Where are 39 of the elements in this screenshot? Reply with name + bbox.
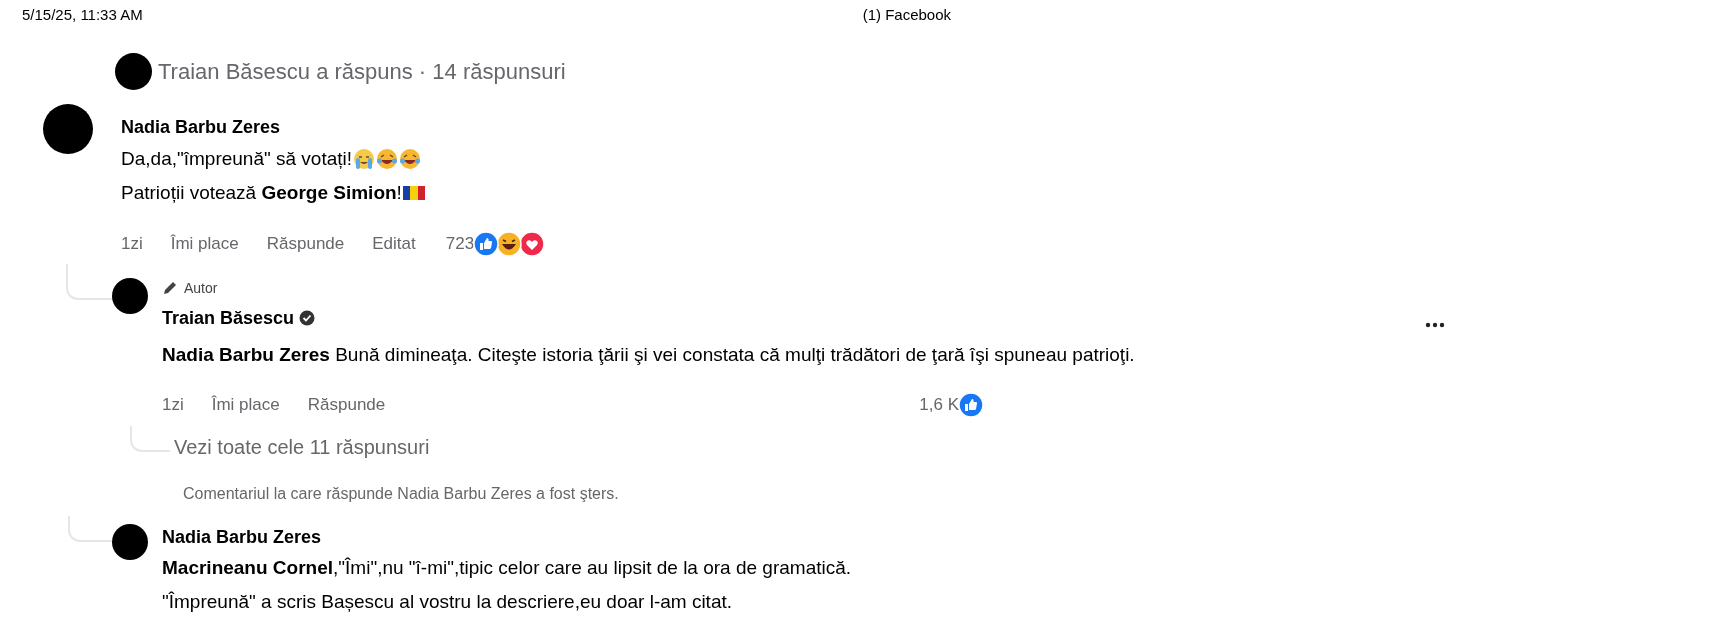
action-link[interactable]: Răspunde — [266, 230, 345, 257]
avatar[interactable] — [112, 277, 148, 314]
author-name[interactable]: Nadia Barbu Zeres — [121, 113, 546, 141]
action-link[interactable]: Îmi place — [170, 230, 239, 257]
reaction-count[interactable]: 723 — [445, 230, 475, 257]
pencil-icon — [162, 280, 178, 296]
thread-connector-line — [68, 515, 112, 542]
reaction-count[interactable]: 1,6 K — [919, 391, 959, 418]
like-icon — [473, 230, 500, 257]
avatar[interactable] — [115, 52, 152, 90]
avatar[interactable] — [112, 523, 148, 560]
timestamp-link[interactable]: 1zi — [162, 391, 184, 418]
action-link[interactable]: Răspunde — [307, 391, 386, 418]
page-title: (1) Facebook — [862, 5, 952, 25]
crying-face-icon — [353, 147, 376, 170]
timestamp-link[interactable]: 1zi — [121, 230, 143, 257]
laughing-face-icon — [376, 147, 399, 170]
action-link[interactable]: Editat — [372, 230, 416, 257]
comment-text: Patrioții votează George Simion! — [121, 180, 402, 205]
comment-text: "Împreună" a scris Bașescu al vostru la descriere,eu doar l-am citat. — [162, 589, 733, 614]
print-date: 5/15/25, 11:33 AM — [22, 5, 143, 25]
avatar[interactable] — [43, 103, 93, 154]
flag-icon — [402, 183, 425, 202]
more-options-icon[interactable] — [1424, 321, 1445, 328]
like-icon — [958, 391, 984, 418]
thread-connector-line — [130, 425, 170, 452]
action-link[interactable]: Îmi place — [211, 391, 280, 418]
author-name[interactable]: Nadia Barbu Zeres — [162, 523, 852, 551]
comment-text: Da,da,"împreună" să votați! — [121, 146, 353, 171]
author-name[interactable]: Traian Băsescu — [162, 304, 295, 332]
author-label: Autor — [184, 278, 218, 298]
thread-connector-line — [66, 263, 112, 300]
replies-summary-link[interactable]: Traian Băsescu a răspuns · 14 răspunsuri — [158, 54, 566, 88]
deleted-comment-notice: Comentariul la care răspunde Nadia Barbu Zeres a fost şters. — [183, 483, 620, 504]
comment-text: Nadia Barbu Zeres Bună dimineaţa. Citeşte istoria ţării şi vei constata că mulţi trădători de ţară îşi spuneau patrioţi. — [162, 342, 1135, 367]
laughing-face-icon — [399, 147, 422, 170]
laughing-face-icon — [496, 230, 523, 257]
view-replies-link[interactable]: Vezi toate cele 11 răspunsuri — [174, 431, 430, 462]
comment-text: Macrineanu Cornel,"Îmi",nu "î-mi",tipic celor care au lipsit de la ora de gramatică. — [162, 555, 852, 580]
